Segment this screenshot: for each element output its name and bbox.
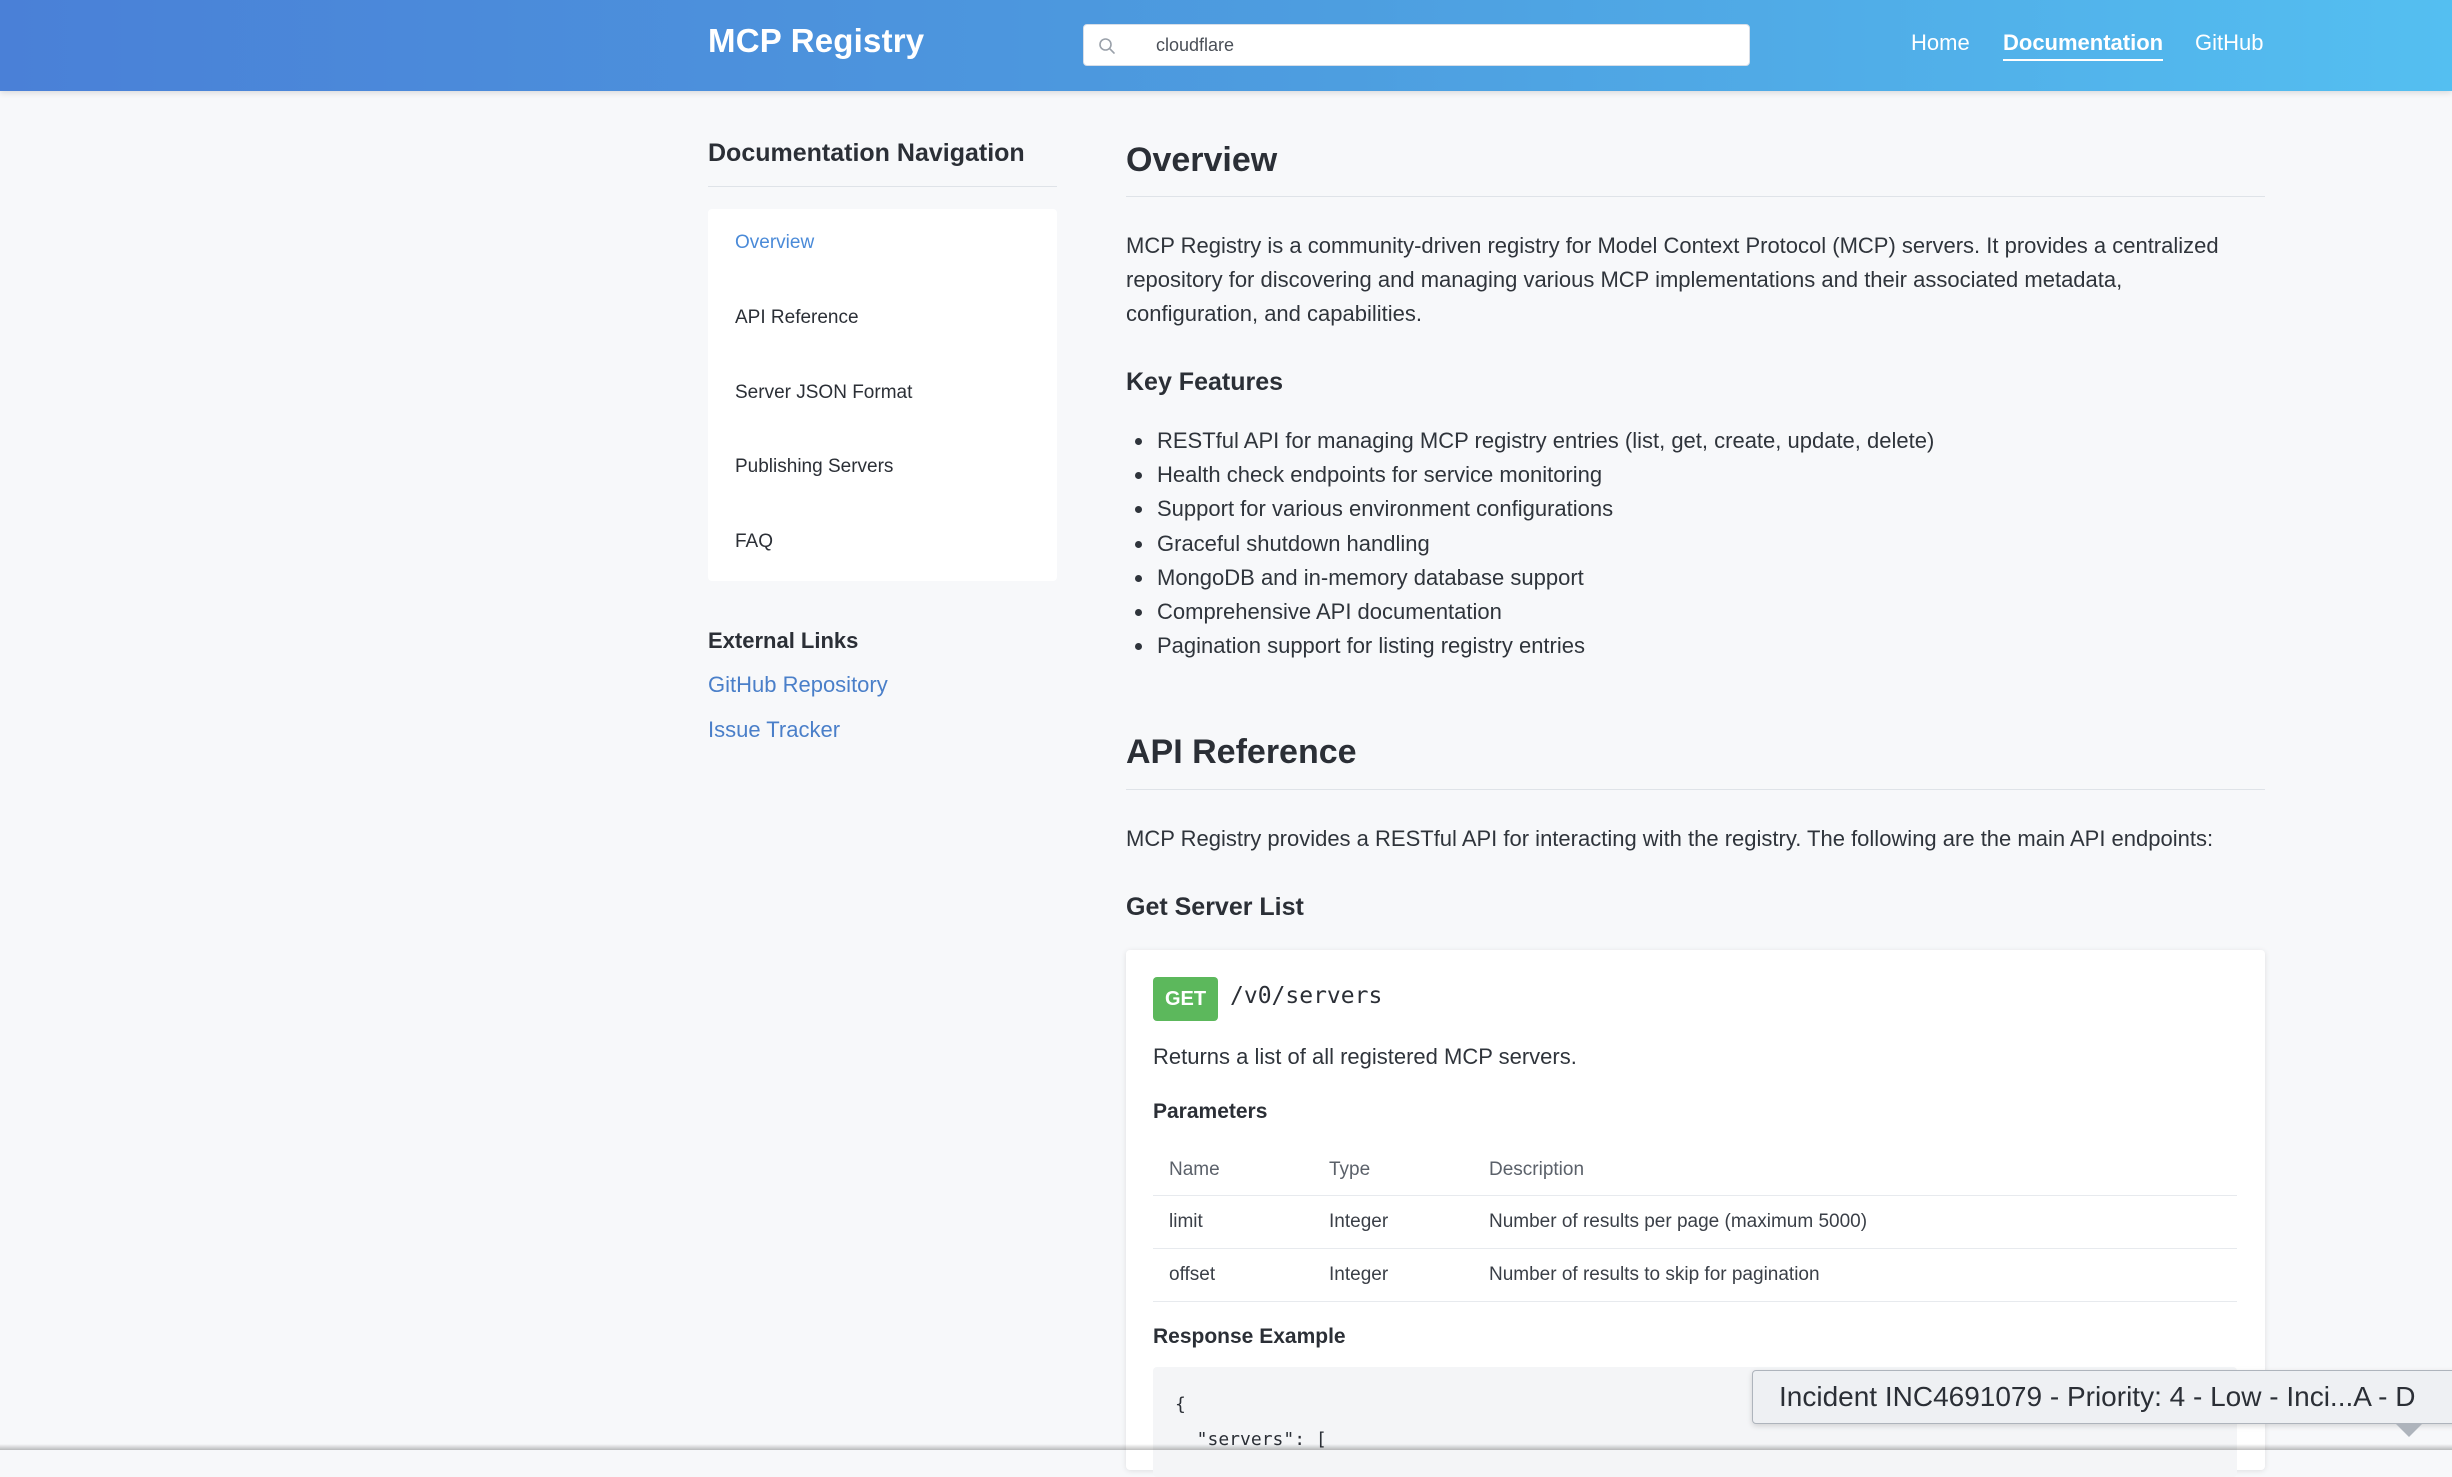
param-type: Integer: [1313, 1195, 1473, 1249]
sidebar-divider: [708, 186, 1057, 187]
overview-heading: Overview: [1126, 141, 1278, 179]
bullet-icon: [1135, 472, 1142, 480]
endpoint-path: /v0/servers: [1230, 983, 1383, 1009]
bullet-icon: [1135, 643, 1142, 651]
table-header-row: Name Type Description: [1153, 1145, 2237, 1196]
column-header-name: Name: [1153, 1145, 1313, 1196]
table-row: offset Integer Number of results to skip…: [1153, 1248, 2237, 1302]
list-item: Comprehensive API documentation: [1126, 595, 2265, 629]
param-type: Integer: [1313, 1248, 1473, 1302]
http-method-badge: GET: [1153, 977, 1218, 1021]
param-name: limit: [1153, 1195, 1313, 1249]
list-item: Health check endpoints for service monit…: [1126, 458, 2265, 492]
bullet-icon: [1135, 574, 1142, 582]
response-example-heading: Response Example: [1153, 1325, 1346, 1348]
list-item: MongoDB and in-memory database support: [1126, 561, 2265, 595]
param-description: Number of results to skip for pagination: [1473, 1248, 2237, 1302]
sidebar-menu: Overview API Reference Server JSON Forma…: [708, 209, 1057, 581]
bullet-icon: [1135, 506, 1142, 514]
sidebar-item-server-json-format[interactable]: Server JSON Format: [735, 382, 912, 404]
nav-documentation-link[interactable]: Documentation: [2003, 30, 2164, 61]
nav-home-link[interactable]: Home: [1911, 30, 1970, 56]
api-reference-divider: [1126, 789, 2265, 790]
get-server-list-heading: Get Server List: [1126, 893, 1304, 921]
sidebar-item-api-reference[interactable]: API Reference: [735, 307, 859, 329]
overview-intro: MCP Registry is a community-driven regis…: [1126, 229, 2265, 331]
search-icon: [1099, 38, 1115, 54]
table-row: limit Integer Number of results per page…: [1153, 1195, 2237, 1249]
endpoint-description: Returns a list of all registered MCP ser…: [1153, 1044, 1577, 1069]
overview-intro-line: MCP Registry is a community-driven regis…: [1126, 233, 2219, 258]
api-intro: MCP Registry provides a RESTful API for …: [1126, 826, 2214, 851]
list-item: Support for various environment configur…: [1126, 492, 2265, 526]
window-bottom-edge: [0, 1444, 2452, 1450]
param-description: Number of results per page (maximum 5000…: [1473, 1195, 2237, 1249]
tooltip-pointer-icon: [2395, 1423, 2423, 1437]
bullet-icon: [1135, 438, 1142, 445]
search-box[interactable]: [1083, 24, 1750, 66]
nav-github-link[interactable]: GitHub: [2195, 30, 2263, 56]
overview-divider: [1126, 196, 2265, 197]
column-header-description: Description: [1473, 1145, 2237, 1196]
overview-intro-line: configuration, and capabilities.: [1126, 301, 1422, 326]
list-item: RESTful API for managing MCP registry en…: [1126, 424, 2265, 458]
api-reference-heading: API Reference: [1126, 733, 1357, 771]
code-line: "servers": [: [1175, 1429, 1327, 1450]
sidebar-title: Documentation Navigation: [708, 139, 1025, 167]
overview-intro-line: repository for discovering and managing …: [1126, 267, 2123, 292]
search-input[interactable]: [1156, 25, 1736, 65]
github-repository-link[interactable]: GitHub Repository: [708, 672, 888, 698]
parameters-table: Name Type Description limit Integer Numb…: [1153, 1145, 2237, 1302]
param-name: offset: [1153, 1248, 1313, 1302]
top-navbar: MCP Registry Home Documentation GitHub: [0, 0, 2452, 91]
incident-notification[interactable]: Incident INC4691079 - Priority: 4 - Low …: [1752, 1370, 2452, 1424]
brand-logo[interactable]: MCP Registry: [708, 22, 924, 60]
parameters-heading: Parameters: [1153, 1100, 1268, 1123]
key-features-list: RESTful API for managing MCP registry en…: [1126, 424, 2265, 663]
list-item: Pagination support for listing registry …: [1126, 629, 2265, 663]
sidebar-item-overview[interactable]: Overview: [735, 232, 814, 254]
bullet-icon: [1135, 540, 1142, 548]
list-item: Graceful shutdown handling: [1126, 527, 2265, 561]
external-links-title: External Links: [708, 628, 859, 653]
issue-tracker-link[interactable]: Issue Tracker: [708, 717, 840, 743]
bullet-icon: [1135, 608, 1142, 616]
sidebar-item-faq[interactable]: FAQ: [735, 531, 773, 553]
sidebar-item-publishing-servers[interactable]: Publishing Servers: [735, 456, 893, 478]
key-features-heading: Key Features: [1126, 368, 1284, 396]
column-header-type: Type: [1313, 1145, 1473, 1196]
